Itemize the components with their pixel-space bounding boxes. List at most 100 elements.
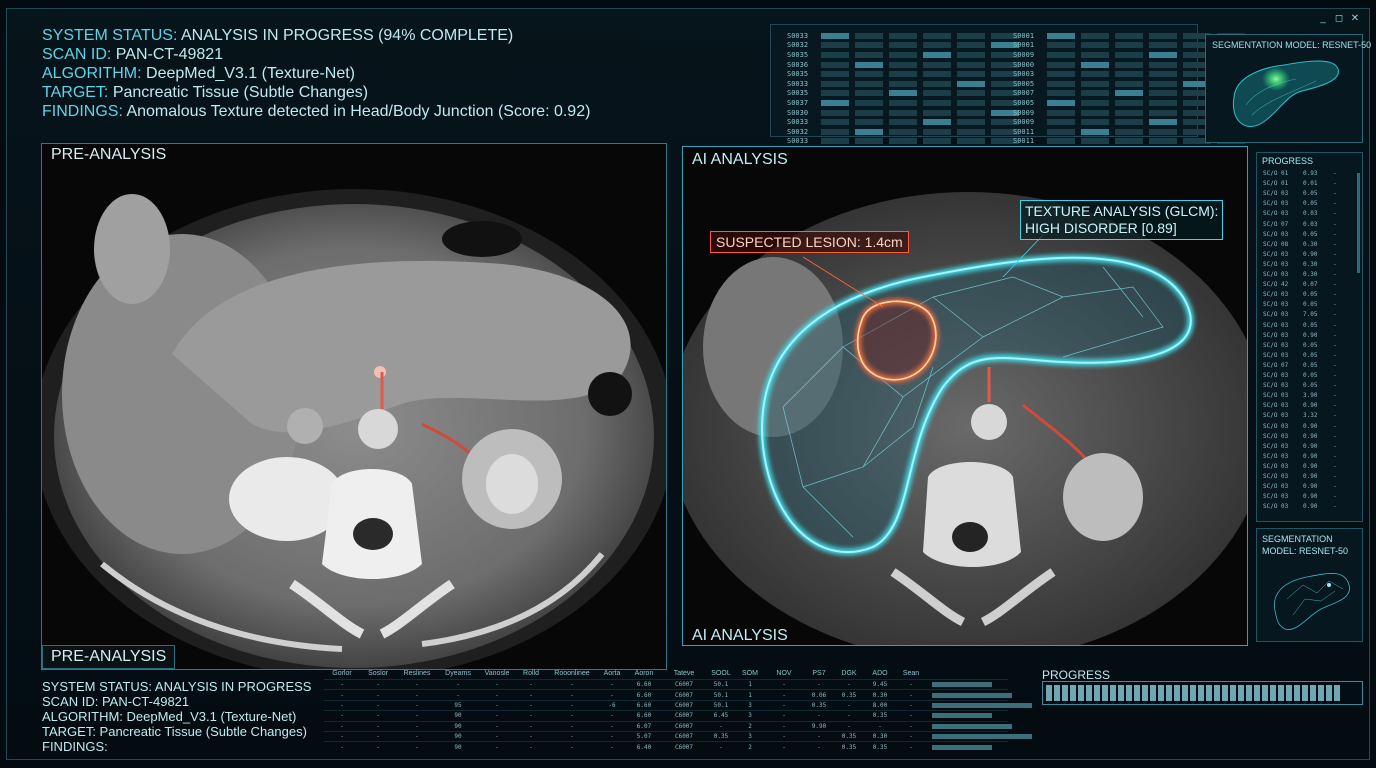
table-header-cell[interactable]: Reslines (396, 670, 438, 677)
table-header-cell[interactable]: Soslor (360, 670, 396, 677)
progress-side-row[interactable]: SC/O 03 0.90 - (1263, 251, 1353, 258)
table-row: - - - 90 - - - - 5.07 C6007 0.35 3 - - 0.35 0.30 - (324, 730, 1032, 741)
progress-side-row[interactable]: SC/O 03 0.05 - (1263, 291, 1353, 298)
table-header-cell[interactable]: Rolld (516, 670, 546, 677)
metrics-row-label: S0033 (787, 137, 809, 146)
metrics-cell (889, 80, 917, 87)
progress-side-cell: - (1333, 190, 1337, 198)
progress-side-cell: 0.90 (1303, 503, 1318, 511)
progress-side-row[interactable]: SC/O 01 0.01 - (1263, 180, 1353, 187)
progress-side-row[interactable]: SC/O 03 0.30 - (1263, 271, 1353, 278)
table-cell: - (529, 712, 533, 720)
table-header-cell[interactable]: Rooonlinee (546, 670, 598, 677)
progress-side-row[interactable]: SC/O 03 0.30 - (1263, 261, 1353, 268)
table-cell: - (782, 733, 786, 741)
progress-side-row[interactable]: SC/O 03 0.05 - (1263, 200, 1353, 207)
progress-side-cell: SC/O 03 (1263, 230, 1289, 238)
progress-side-row[interactable]: SC/O 03 7.05 - (1263, 311, 1353, 318)
table-cell: 0.35 (811, 701, 827, 709)
table-header-cell[interactable]: Aorta (598, 670, 626, 677)
minimize-icon[interactable]: _ (1318, 14, 1328, 24)
progress-side-row[interactable]: SC/O 07 0.03 - (1263, 221, 1353, 228)
table-header-cell[interactable]: ADO (864, 670, 896, 677)
table-header-cell[interactable]: Aoron (626, 670, 662, 677)
algorithm-line-bottom: ALGORITHM: DeepMed_V3.1 (Texture-Net) (42, 709, 297, 724)
progress-side-cell: 0.03 (1303, 210, 1318, 218)
metrics-cell (1047, 32, 1075, 39)
progress-side-cell: - (1333, 452, 1337, 460)
progress-side-cell: - (1333, 301, 1337, 309)
progress-side-row[interactable]: SC/O 03 0.90 - (1263, 443, 1353, 450)
progress-side-row[interactable]: SC/O 03 0.05 - (1263, 352, 1353, 359)
table-header-cell[interactable]: Vanosle (478, 670, 516, 677)
table-header-cell[interactable]: Gorlor (324, 670, 360, 677)
progress-side-row[interactable]: SC/O 42 0.07 - (1263, 281, 1353, 288)
table-cell: - (456, 681, 460, 689)
progress-side-row[interactable]: SC/O 03 3.32 - (1263, 412, 1353, 419)
progress-side-row[interactable]: SC/O 08 0.30 - (1263, 241, 1353, 248)
table-header-cell[interactable]: Sean (896, 670, 926, 677)
metrics-cell (957, 61, 985, 68)
segmentation-model-side-title: SEGMENTATION MODEL: RESNET-50 (1262, 534, 1349, 556)
progress-side-row[interactable]: SC/O 03 0.90 - (1263, 493, 1353, 500)
progress-side-row[interactable]: SC/O 03 3.90 - (1263, 392, 1353, 399)
status-summary-bottom: SYSTEM STATUS: ANALYSIS IN PROGRESS SCAN… (42, 679, 311, 754)
metrics-cell (1081, 71, 1109, 78)
progress-side-row[interactable]: SC/O 07 0.05 - (1263, 362, 1353, 369)
progress-side-row[interactable]: SC/O 03 0.05 - (1263, 190, 1353, 197)
progress-side-row[interactable]: SC/O 03 0.90 - (1263, 433, 1353, 440)
table-cell: - (495, 733, 499, 741)
suspected-lesion-callout[interactable]: SUSPECTED LESION: 1.4cm (710, 231, 909, 253)
progress-side-scrollbar[interactable] (1357, 173, 1360, 273)
progress-side-row[interactable]: SC/O 03 0.90 - (1263, 332, 1353, 339)
table-cell: - (909, 722, 913, 730)
progress-side-cell: - (1333, 180, 1337, 188)
progress-side-row[interactable]: SC/O 03 0.03 - (1263, 210, 1353, 217)
metrics-cell (1047, 90, 1075, 97)
metrics-cell (923, 61, 951, 68)
table-cell: 6.45 (713, 712, 729, 720)
pre-analysis-panel[interactable]: PRE-ANALYSIS PRE-ANALYSIS (41, 143, 667, 670)
table-header-cell[interactable]: DGK (834, 670, 864, 677)
table-header-cell[interactable]: SOM (736, 670, 764, 677)
table-header-cell[interactable]: Dyeams (438, 670, 478, 677)
progress-side-row[interactable]: SC/O 03 0.05 - (1263, 382, 1353, 389)
table-header-cell[interactable]: PS7 (804, 670, 834, 677)
progress-side-cell: 0.30 (1303, 260, 1318, 268)
progress-side-row[interactable]: SC/O 03 0.05 - (1263, 372, 1353, 379)
texture-analysis-callout[interactable]: TEXTURE ANALYSIS (GLCM): HIGH DISORDER [… (1020, 200, 1224, 240)
table-header-cell[interactable]: Tateve (662, 670, 706, 677)
progress-side-cell: - (1333, 341, 1337, 349)
progress-side-row[interactable]: SC/O 03 0.90 - (1263, 423, 1353, 430)
progress-side-row[interactable]: SC/O 03 0.05 - (1263, 231, 1353, 238)
progress-side-row[interactable]: SC/O 03 0.90 - (1263, 473, 1353, 480)
maximize-icon[interactable]: ◻ (1334, 14, 1344, 24)
progress-side-row[interactable]: SC/O 03 0.90 - (1263, 453, 1353, 460)
progress-side-row[interactable]: SC/O 03 0.90 - (1263, 483, 1353, 490)
progress-side-row[interactable]: SC/O 03 0.90 - (1263, 503, 1353, 510)
ai-analysis-panel[interactable]: AI ANALYSIS AI ANALYSIS SUSPECTED LESION… (682, 146, 1248, 646)
progress-side-row[interactable]: SC/O 03 0.90 - (1263, 463, 1353, 470)
table-cell: - (376, 743, 380, 751)
table-cell: - (415, 681, 419, 689)
table-header-cell[interactable]: NOV (764, 670, 804, 677)
metrics-cell (1115, 138, 1143, 145)
progress-side-cell: 3.32 (1303, 412, 1318, 420)
progress-side-row[interactable]: SC/O 03 0.05 - (1263, 301, 1353, 308)
progress-side-row[interactable]: SC/O 03 0.05 - (1263, 342, 1353, 349)
metrics-row: S0033 (787, 31, 1019, 41)
table-cell: - (817, 681, 821, 689)
progress-side-cell: 0.90 (1303, 473, 1318, 480)
metrics-cell (1081, 119, 1109, 126)
progress-side-row[interactable]: SC/O 01 0.93 - (1263, 170, 1353, 177)
progress-side-cell: - (1333, 382, 1337, 390)
progress-side-cell: 0.05 (1303, 190, 1318, 198)
metrics-row-label: S0011 (1013, 137, 1035, 146)
metrics-cell (923, 109, 951, 116)
close-icon[interactable]: ✕ (1350, 14, 1360, 24)
progress-side-cell: SC/O 01 (1263, 170, 1289, 177)
table-header-cell[interactable]: SOOL (706, 670, 736, 677)
progress-side-row[interactable]: SC/O 03 0.05 - (1263, 322, 1353, 329)
table-cell: - (570, 681, 574, 689)
progress-side-row[interactable]: SC/O 03 0.90 - (1263, 402, 1353, 409)
